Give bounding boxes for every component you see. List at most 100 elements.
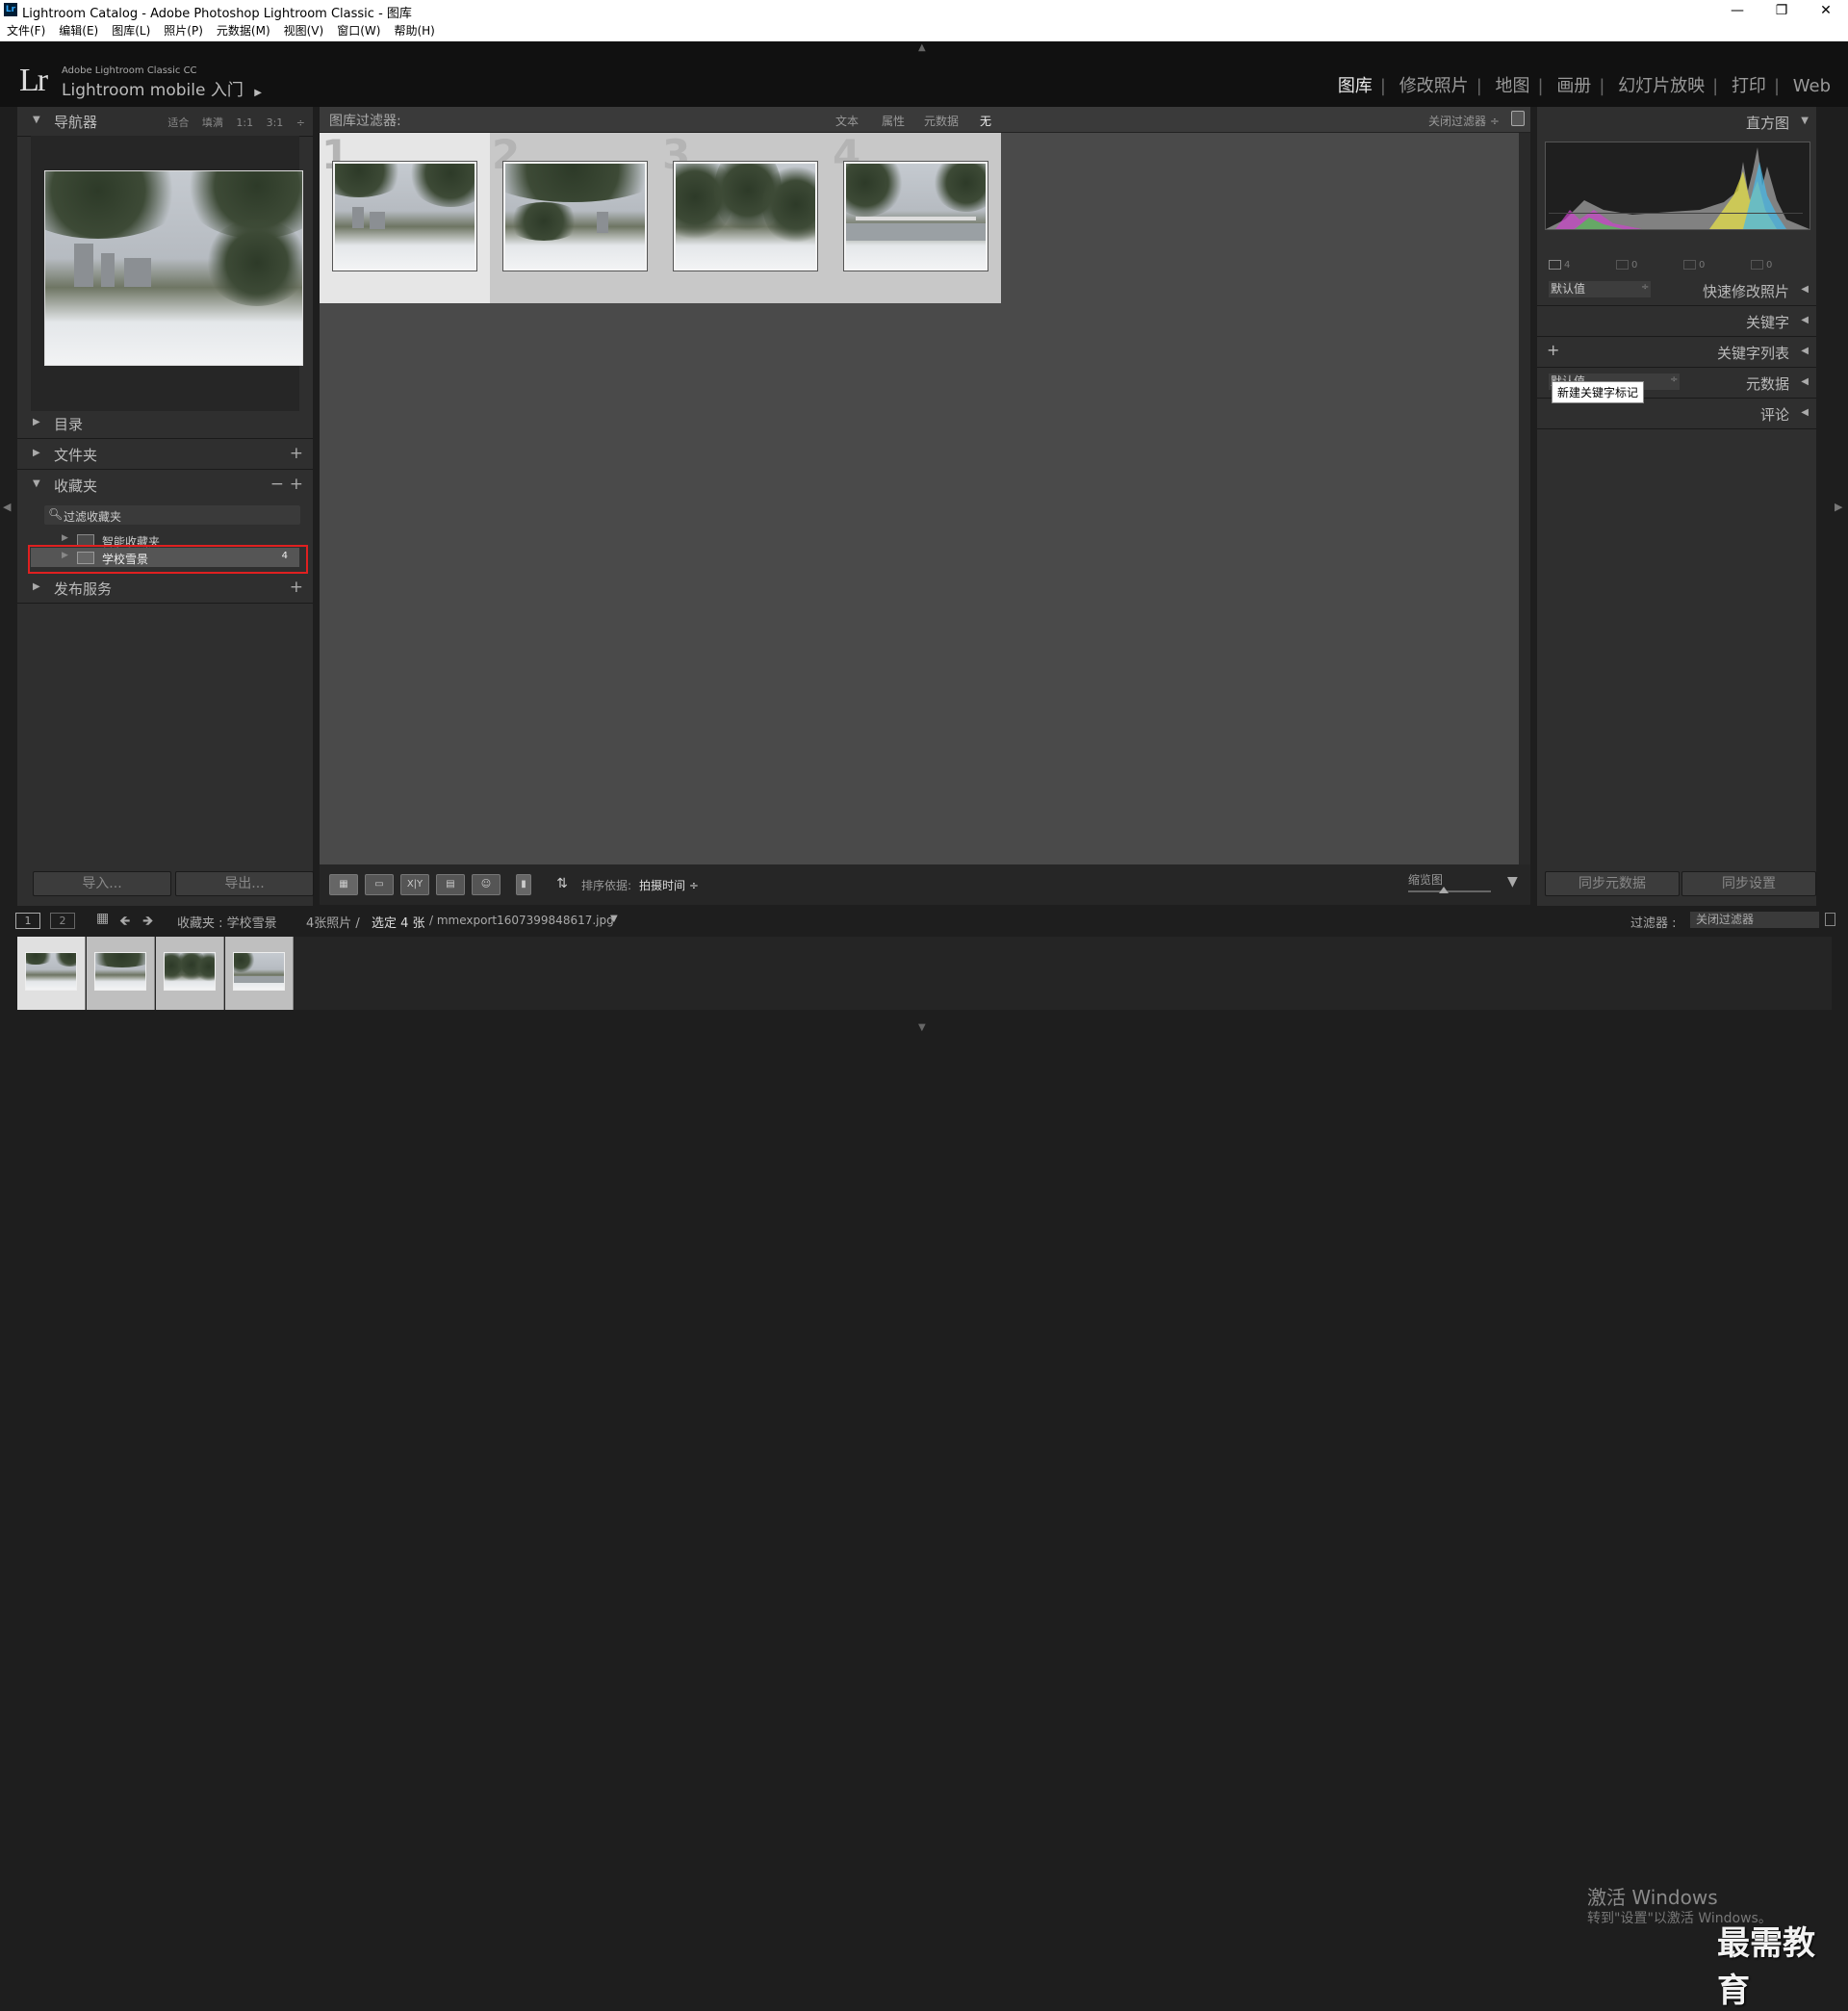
filmstrip-thumbnail[interactable] — [94, 952, 146, 991]
screen-1-button[interactable]: 1 — [15, 913, 40, 929]
export-button[interactable]: 导出... — [175, 871, 314, 896]
grid-cell[interactable]: 4 — [831, 131, 1001, 303]
remove-collection-button[interactable]: − — [270, 475, 284, 494]
lightroom-logo: Lr — [19, 63, 48, 98]
thumbnail[interactable] — [674, 162, 817, 271]
preset-stepper-icon[interactable]: ÷ — [1641, 282, 1649, 293]
menu-file[interactable]: 文件(F) — [0, 21, 52, 41]
filename-dropdown-icon[interactable]: ▼ — [610, 914, 618, 924]
collapse-right-arrow-icon[interactable]: ▶ — [1835, 501, 1842, 513]
thumbnail[interactable] — [503, 162, 647, 271]
menu-library[interactable]: 图库(L) — [105, 21, 157, 41]
filter-collections-input[interactable]: 🔍︎ 过滤收藏夹 — [44, 505, 300, 525]
collapse-bottom-arrow-icon[interactable]: ▼ — [918, 1022, 926, 1033]
zoom-fill[interactable]: 填满 — [202, 116, 223, 129]
quick-develop-title: 快速修改照片 — [1702, 283, 1789, 300]
collapse-left-arrow-icon[interactable]: ◀ — [3, 501, 11, 513]
module-map[interactable]: 地图 — [1488, 76, 1538, 96]
module-print[interactable]: 打印 — [1724, 76, 1774, 96]
menu-metadata[interactable]: 元数据(M) — [210, 21, 277, 41]
source-label[interactable]: 收藏夹 : 学校雪景 — [177, 913, 277, 931]
filmstrip-thumbnail[interactable] — [233, 952, 285, 991]
menu-edit[interactable]: 编辑(E) — [52, 21, 105, 41]
slider-thumb[interactable] — [1439, 887, 1449, 893]
loupe-view-icon[interactable]: ▭ — [365, 874, 394, 895]
sync-settings-button[interactable]: 同步设置 — [1681, 871, 1816, 896]
filmstrip-cell[interactable] — [156, 937, 224, 1010]
module-library[interactable]: 图库 — [1330, 76, 1380, 96]
filter-attribute[interactable]: 属性 — [882, 113, 905, 129]
menu-window[interactable]: 窗口(W) — [330, 21, 387, 41]
grid-scrollbar[interactable] — [1519, 133, 1530, 864]
keywording-header[interactable]: 关键字 ◀ — [1537, 306, 1816, 337]
folders-header[interactable]: ▶ 文件夹 + — [17, 440, 313, 470]
screen-2-button[interactable]: 2 — [50, 913, 75, 929]
toolbar-menu-icon[interactable]: ▼ — [1507, 874, 1518, 889]
module-web[interactable]: Web — [1785, 76, 1838, 96]
publish-services-header[interactable]: ▶ 发布服务 + — [17, 574, 313, 604]
preset-stepper-icon[interactable]: ÷ — [1670, 374, 1678, 385]
filter-metadata[interactable]: 元数据 — [924, 113, 959, 129]
grid-cell[interactable]: 1 — [320, 131, 491, 303]
painter-icon[interactable]: ▮ — [516, 874, 531, 895]
module-book[interactable]: 画册 — [1549, 76, 1599, 96]
grid-icon[interactable]: ▦ — [96, 911, 109, 926]
lock-icon[interactable] — [1511, 111, 1525, 126]
thumbnail[interactable] — [333, 162, 476, 271]
compare-view-icon[interactable]: X|Y — [400, 874, 429, 895]
zoom-stepper-icon[interactable]: ÷ — [296, 116, 305, 129]
back-arrow-icon[interactable]: 🡸 — [119, 911, 130, 934]
filter-none[interactable]: 无 — [980, 113, 991, 129]
navigator-header[interactable]: ▼ 导航器 适合 填满 1:1 3:1 ÷ — [17, 107, 313, 137]
filmstrip-thumbnail[interactable] — [25, 952, 77, 991]
collapse-top-arrow-icon[interactable]: ▲ — [918, 42, 926, 53]
catalog-header[interactable]: ▶ 目录 — [17, 409, 313, 439]
sort-dropdown[interactable]: 拍摄时间 ÷ — [639, 877, 699, 893]
thumbnail-size-slider[interactable] — [1408, 890, 1491, 892]
minimize-button[interactable]: — — [1715, 0, 1759, 21]
module-slideshow[interactable]: 幻灯片放映 — [1610, 76, 1712, 96]
keyword-list-header[interactable]: + 关键字列表 ◀ — [1537, 337, 1816, 368]
module-develop[interactable]: 修改照片 — [1392, 76, 1476, 96]
filename-label[interactable]: / mmexport1607399848617.jpg — [429, 914, 614, 927]
grid-cell[interactable]: 3 — [660, 131, 832, 303]
filter-text[interactable]: 文本 — [835, 113, 859, 129]
add-folder-button[interactable]: + — [290, 444, 303, 463]
quick-develop-header[interactable]: 默认值 ÷ 快速修改照片 ◀ — [1537, 275, 1816, 306]
quick-develop-preset[interactable]: 默认值 — [1549, 281, 1651, 297]
lock-icon[interactable] — [1825, 913, 1835, 926]
menu-help[interactable]: 帮助(H) — [387, 21, 441, 41]
sync-metadata-button[interactable]: 同步元数据 — [1545, 871, 1680, 896]
histogram-title: 直方图 — [1745, 115, 1789, 132]
filter-dropdown[interactable]: 关闭过滤器 — [1690, 912, 1819, 928]
collections-header[interactable]: ▼ 收藏夹 − + — [17, 471, 313, 500]
menu-photo[interactable]: 照片(P) — [157, 21, 210, 41]
close-button[interactable]: ✕ — [1804, 0, 1848, 21]
survey-view-icon[interactable]: ▤ — [436, 874, 465, 895]
thumbnail[interactable] — [844, 162, 988, 271]
photo-building — [124, 258, 151, 287]
filmstrip-thumbnail[interactable] — [164, 952, 216, 991]
close-filter-dropdown[interactable]: 关闭过滤器 ÷ — [1428, 113, 1500, 129]
restore-button[interactable]: ❐ — [1759, 0, 1804, 21]
navigator-photo[interactable] — [44, 170, 303, 366]
zoom-3-1[interactable]: 3:1 — [267, 116, 284, 129]
people-view-icon[interactable]: ☺ — [472, 874, 500, 895]
import-button[interactable]: 导入... — [33, 871, 171, 896]
histogram-header[interactable]: 直方图 ▼ — [1537, 107, 1816, 137]
sort-direction-icon[interactable]: ⇅ — [549, 874, 576, 893]
zoom-fit[interactable]: 适合 — [167, 116, 189, 129]
menu-view[interactable]: 视图(V) — [277, 21, 331, 41]
mobile-link[interactable]: Lightroom mobile 入门 ▶ — [62, 76, 262, 100]
filmstrip-cell[interactable] — [17, 937, 86, 1010]
forward-arrow-icon[interactable]: 🡺 — [142, 911, 153, 934]
grid-cell[interactable]: 2 — [490, 131, 661, 303]
add-keyword-button[interactable]: + — [1547, 341, 1559, 359]
filmstrip-cell[interactable] — [225, 937, 294, 1010]
add-publish-service-button[interactable]: + — [290, 578, 303, 597]
keywording-title: 关键字 — [1745, 314, 1789, 331]
grid-view-icon[interactable]: ▦ — [329, 874, 358, 895]
add-collection-button[interactable]: + — [290, 475, 303, 494]
zoom-1-1[interactable]: 1:1 — [236, 116, 253, 129]
filmstrip-cell[interactable] — [87, 937, 155, 1010]
